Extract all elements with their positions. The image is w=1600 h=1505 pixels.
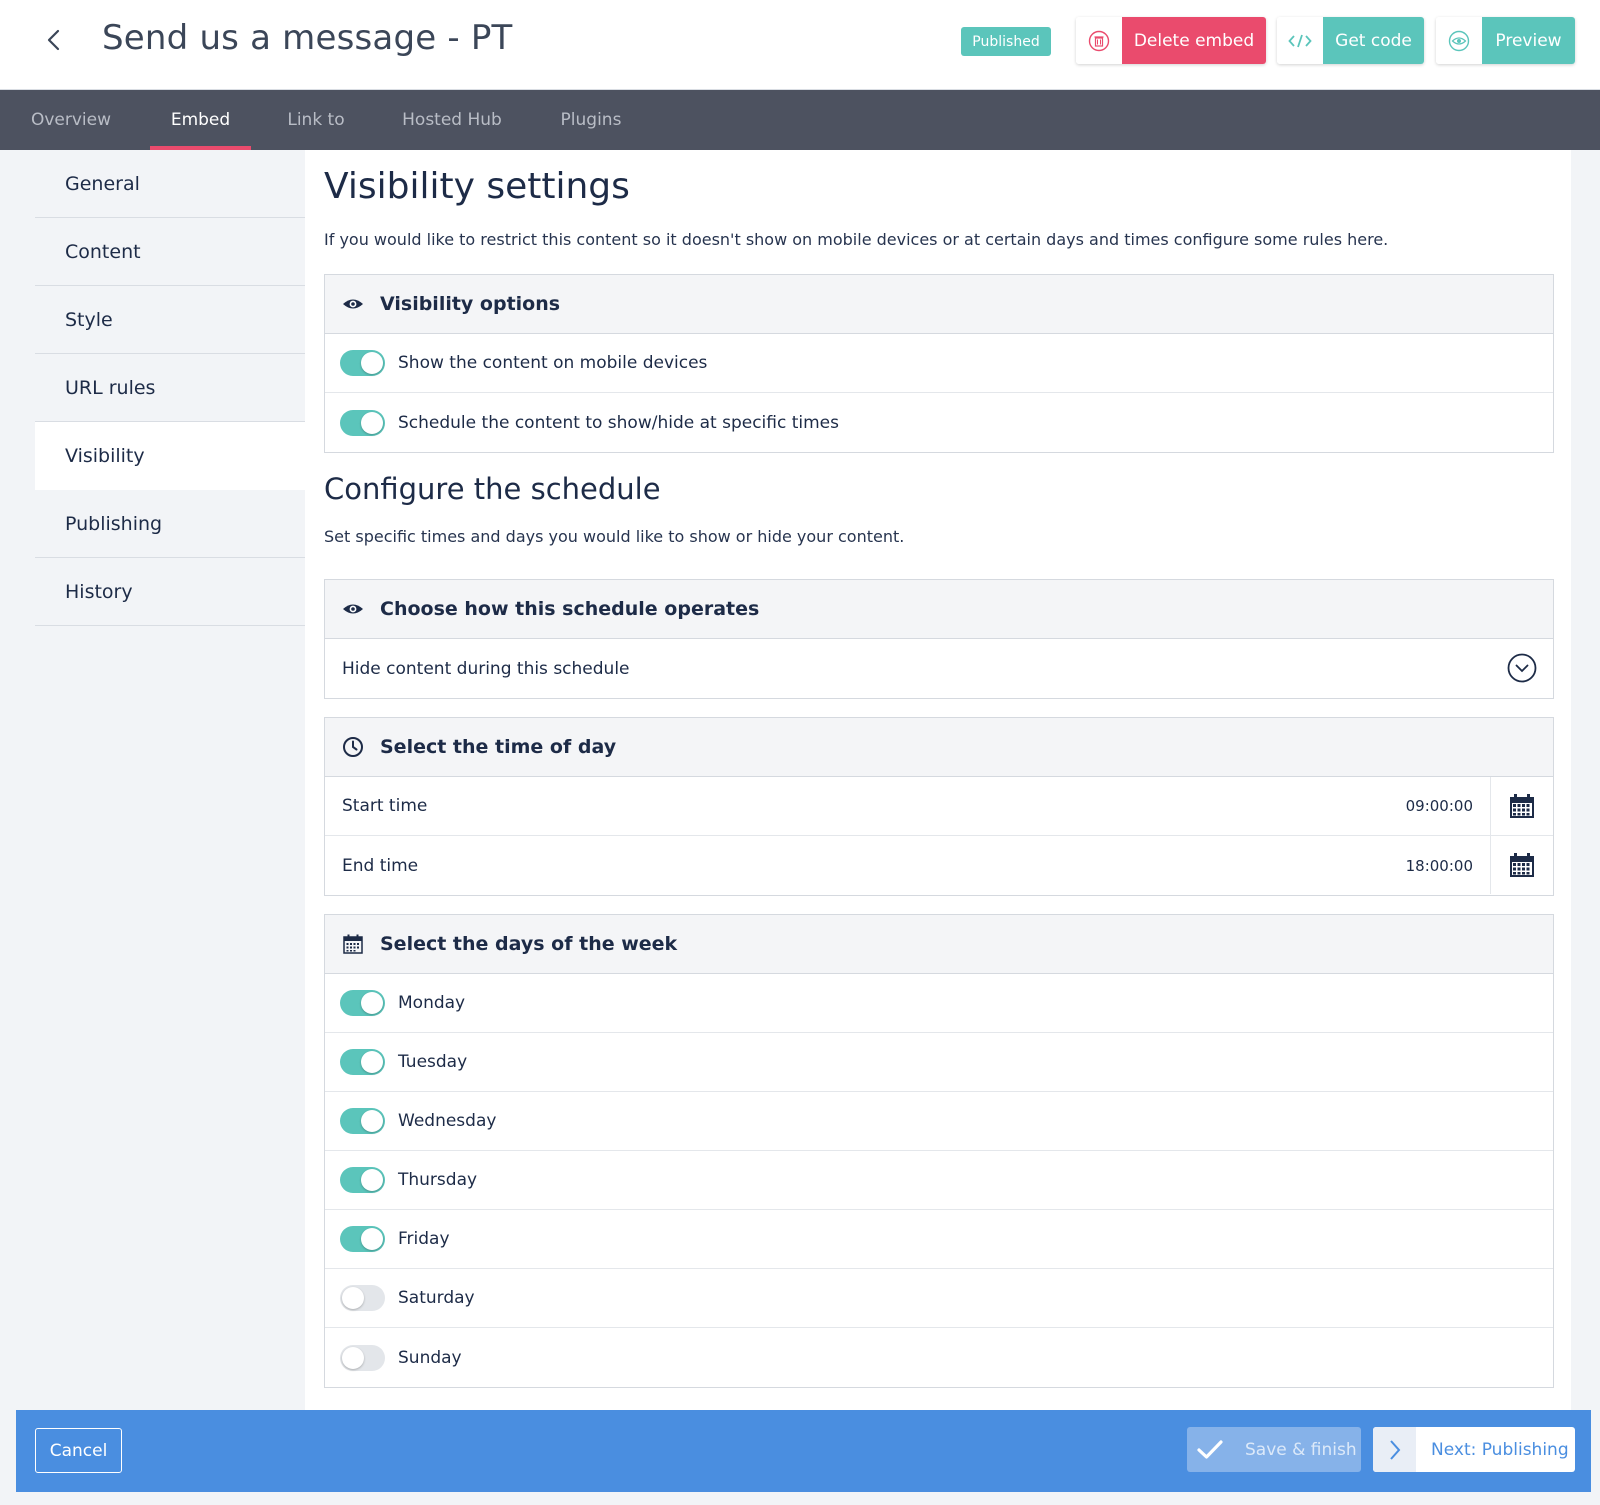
sidebar-item-content[interactable]: Content <box>35 218 305 286</box>
page-title: Send us a message - PT <box>102 18 513 58</box>
back-button[interactable] <box>38 22 70 58</box>
sidebar-item-publishing[interactable]: Publishing <box>35 490 305 558</box>
delete-embed-label: Delete embed <box>1122 17 1266 64</box>
schedule-operation-select[interactable]: Hide content during this schedule <box>325 639 1553 698</box>
day-label: Wednesday <box>398 1111 497 1131</box>
tuesday-toggle[interactable] <box>340 1049 385 1075</box>
day-label: Tuesday <box>398 1052 468 1072</box>
select-value: Hide content during this schedule <box>342 658 630 679</box>
tab-link-to[interactable]: Link to <box>280 90 352 150</box>
day-row-sunday: Sunday <box>325 1328 1553 1387</box>
eye-icon <box>342 598 364 620</box>
day-label: Sunday <box>398 1347 462 1368</box>
visibility-description: If you would like to restrict this conte… <box>324 230 1389 249</box>
panel-title: Select the time of day <box>380 736 617 758</box>
calendar-icon <box>1510 853 1534 877</box>
get-code-button[interactable]: Get code <box>1277 17 1424 64</box>
eye-icon <box>1436 17 1482 64</box>
main-content: Visibility settings If you would like to… <box>305 150 1571 1410</box>
panel-header: Select the days of the week <box>325 915 1553 974</box>
monday-toggle[interactable] <box>340 990 385 1016</box>
delete-embed-button[interactable]: Delete embed <box>1076 17 1266 64</box>
save-finish-button[interactable]: Save & finish <box>1187 1427 1361 1472</box>
saturday-toggle[interactable] <box>340 1285 385 1311</box>
next-publishing-label: Next: Publishing <box>1431 1439 1569 1460</box>
checkmark-icon <box>1187 1427 1233 1472</box>
friday-toggle[interactable] <box>340 1226 385 1252</box>
visibility-heading: Visibility settings <box>324 166 630 207</box>
code-icon <box>1277 17 1323 64</box>
day-label: Saturday <box>398 1288 475 1308</box>
status-badge: Published <box>961 27 1051 56</box>
option-row: Schedule the content to show/hide at spe… <box>325 393 1553 452</box>
thursday-toggle[interactable] <box>340 1167 385 1193</box>
app-header: Send us a message - PT Published Delete … <box>0 0 1600 90</box>
day-row-friday: Friday <box>325 1210 1553 1269</box>
tab-embed[interactable]: Embed <box>150 90 251 150</box>
start-time-label: Start time <box>342 796 428 816</box>
end-time-row: End time 18:00:00 <box>325 836 1553 895</box>
schedule-heading: Configure the schedule <box>324 472 661 506</box>
preview-button[interactable]: Preview <box>1436 17 1575 64</box>
trash-icon <box>1076 17 1122 64</box>
visibility-options-panel: Visibility options Show the content on m… <box>324 274 1554 453</box>
panel-title: Choose how this schedule operates <box>380 598 760 620</box>
time-of-day-panel: Select the time of day Start time 09:00:… <box>324 717 1554 896</box>
mobile-devices-toggle[interactable] <box>340 350 385 376</box>
save-finish-label: Save & finish <box>1245 1439 1357 1460</box>
day-row-wednesday: Wednesday <box>325 1092 1553 1151</box>
option-label: Schedule the content to show/hide at spe… <box>398 412 839 433</box>
day-row-monday: Monday <box>325 974 1553 1033</box>
sunday-toggle[interactable] <box>340 1344 385 1371</box>
day-row-tuesday: Tuesday <box>325 1033 1553 1092</box>
day-label: Thursday <box>398 1170 478 1190</box>
sidebar-item-visibility[interactable]: Visibility <box>35 422 305 490</box>
panel-title: Select the days of the week <box>380 933 678 955</box>
sidebar-item-style[interactable]: Style <box>35 286 305 354</box>
end-time-label: End time <box>342 855 419 876</box>
chevron-down-icon <box>1507 653 1537 683</box>
schedule-description: Set specific times and days you would li… <box>324 527 905 546</box>
settings-sidebar: General Content Style URL rules Visibili… <box>35 150 305 626</box>
chevron-left-icon <box>47 29 60 51</box>
next-publishing-button[interactable]: Next: Publishing <box>1373 1427 1575 1472</box>
sidebar-item-history[interactable]: History <box>35 558 305 626</box>
tab-plugins[interactable]: Plugins <box>552 90 630 150</box>
tab-overview[interactable]: Overview <box>22 90 120 150</box>
preview-label: Preview <box>1482 17 1575 64</box>
days-of-week-panel: Select the days of the week Monday Tuesd… <box>324 914 1554 1388</box>
start-time-row: Start time 09:00:00 <box>325 777 1553 836</box>
sidebar-item-url-rules[interactable]: URL rules <box>35 354 305 422</box>
day-row-thursday: Thursday <box>325 1151 1553 1210</box>
day-row-saturday: Saturday <box>325 1269 1553 1328</box>
get-code-label: Get code <box>1323 17 1424 64</box>
option-row: Show the content on mobile devices <box>325 334 1553 393</box>
main-nav: Overview Embed Link to Hosted Hub Plugin… <box>0 90 1600 150</box>
panel-header: Visibility options <box>325 275 1553 334</box>
schedule-operation-panel: Choose how this schedule operates Hide c… <box>324 579 1554 699</box>
end-time-input[interactable]: 18:00:00 <box>1406 857 1473 875</box>
sidebar-item-general[interactable]: General <box>35 150 305 218</box>
option-label: Show the content on mobile devices <box>398 353 708 373</box>
day-label: Monday <box>398 993 466 1013</box>
schedule-toggle[interactable] <box>340 409 385 436</box>
panel-title: Visibility options <box>380 293 561 315</box>
start-time-picker-button[interactable] <box>1490 777 1553 835</box>
action-footer: Cancel Save & finish Next: Publishing <box>16 1410 1591 1492</box>
calendar-icon <box>342 933 364 955</box>
cancel-button[interactable]: Cancel <box>35 1428 122 1473</box>
panel-header: Select the time of day <box>325 718 1553 777</box>
calendar-icon <box>1510 794 1534 818</box>
start-time-input[interactable]: 09:00:00 <box>1406 797 1473 815</box>
chevron-right-icon <box>1373 1427 1416 1472</box>
panel-header: Choose how this schedule operates <box>325 580 1553 639</box>
wednesday-toggle[interactable] <box>340 1108 385 1134</box>
tab-hosted-hub[interactable]: Hosted Hub <box>396 90 508 150</box>
day-label: Friday <box>398 1229 450 1249</box>
clock-icon <box>342 736 364 758</box>
eye-icon <box>342 293 364 315</box>
end-time-picker-button[interactable] <box>1490 836 1553 894</box>
